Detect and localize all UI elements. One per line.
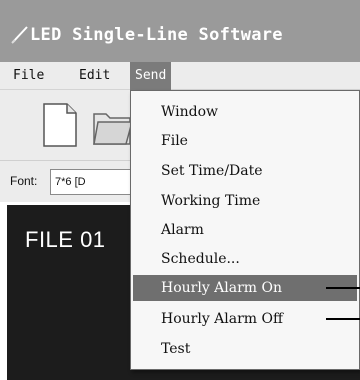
pen-icon xyxy=(11,26,28,44)
window-title: LED Single-Line Software xyxy=(30,25,283,45)
open-folder-icon[interactable] xyxy=(92,102,132,148)
new-file-icon[interactable] xyxy=(40,102,80,148)
title-bar: LED Single-Line Software xyxy=(0,0,360,62)
menu-item-hourly-alarm-on[interactable]: Hourly Alarm On xyxy=(133,275,357,301)
annotation-line-alarm-off xyxy=(326,318,360,320)
menu-item-test[interactable]: Test xyxy=(133,336,357,362)
menu-item-hourly-alarm-off[interactable]: Hourly Alarm Off xyxy=(133,306,357,332)
font-label: Font: xyxy=(10,174,38,188)
menu-file[interactable]: File xyxy=(8,62,49,90)
annotation-line-alarm-on xyxy=(326,287,360,289)
menu-item-set-time-date[interactable]: Set Time/Date xyxy=(133,158,357,184)
menu-item-working-time[interactable]: Working Time xyxy=(133,188,357,214)
menu-edit[interactable]: Edit xyxy=(74,62,115,90)
font-select[interactable]: 7*6 [D xyxy=(50,169,140,195)
menu-item-file[interactable]: File xyxy=(133,128,357,154)
menu-send[interactable]: Send xyxy=(130,62,172,90)
send-menu: Window File Set Time/Date Working Time A… xyxy=(130,90,360,370)
menu-item-alarm[interactable]: Alarm xyxy=(133,217,357,243)
menu-bar: File Edit Send xyxy=(0,62,360,90)
menu-item-schedule[interactable]: Schedule... xyxy=(133,246,357,272)
menu-item-window[interactable]: Window xyxy=(133,99,357,125)
canvas-text: FILE 01 xyxy=(25,227,106,252)
